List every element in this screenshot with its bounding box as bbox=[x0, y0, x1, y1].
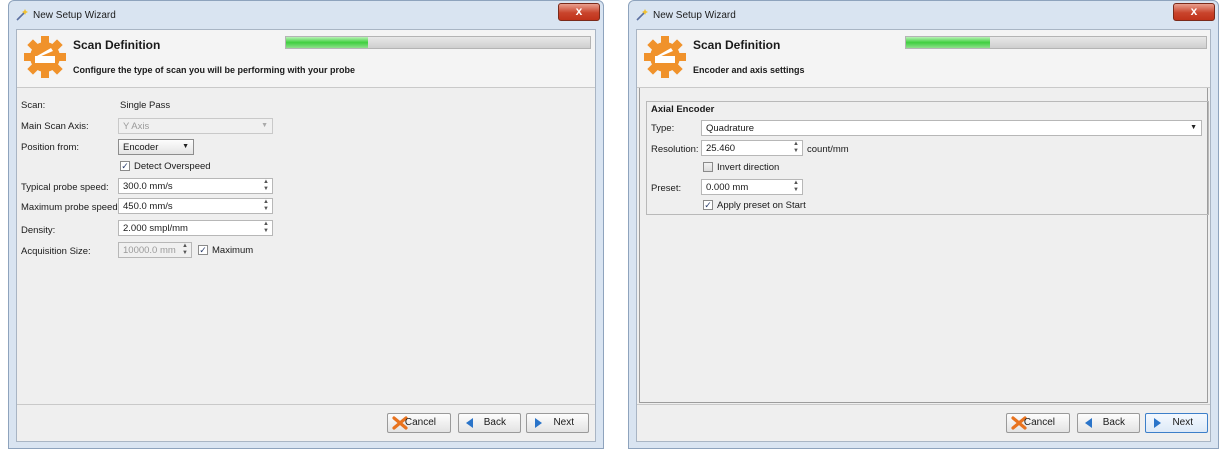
scan-value: Single Pass bbox=[120, 100, 171, 111]
resolution-input[interactable]: 25.460 ▲ ▼ bbox=[701, 140, 803, 156]
spin-arrows-icon[interactable]: ▲ ▼ bbox=[263, 199, 269, 213]
acquisition-size-label: Acquisition Size: bbox=[21, 246, 91, 257]
wizard-progress-bar bbox=[905, 36, 1207, 49]
spin-arrows-icon[interactable]: ▲ ▼ bbox=[793, 141, 799, 155]
wizard-footer: Cancel Back Next bbox=[637, 404, 1210, 441]
main-scan-axis-select[interactable]: Y Axis ▼ bbox=[118, 118, 273, 134]
wizard-client: Scan Definition Encoder and axis setting… bbox=[636, 29, 1211, 442]
back-button[interactable]: Back bbox=[1077, 413, 1140, 433]
chevron-down-icon: ▼ bbox=[1190, 124, 1197, 131]
close-button[interactable]: x bbox=[558, 3, 600, 21]
detect-overspeed-label: Detect Overspeed bbox=[134, 161, 211, 172]
left-wizard-window: New Setup Wizard x Scan Definition Confi… bbox=[8, 0, 604, 449]
chevron-down-icon: ▼ bbox=[182, 143, 189, 150]
maximum-label: Maximum bbox=[212, 245, 254, 256]
acquisition-size-input[interactable]: 10000.0 mm ▲ ▼ bbox=[118, 242, 192, 258]
back-button[interactable]: Back bbox=[458, 413, 521, 433]
title-bar[interactable]: New Setup Wizard x bbox=[629, 1, 1218, 29]
wand-icon bbox=[636, 9, 648, 21]
encoder-type-select[interactable]: Quadrature ▼ bbox=[701, 120, 1202, 136]
wizard-client: Scan Definition Configure the type of sc… bbox=[16, 29, 596, 442]
resolution-value: 25.460 bbox=[706, 143, 736, 154]
arrow-right-icon bbox=[1154, 418, 1161, 428]
arrow-left-icon bbox=[466, 418, 473, 428]
arrow-right-icon bbox=[535, 418, 542, 428]
max-probe-speed-input[interactable]: 450.0 mm/s ▲ ▼ bbox=[118, 198, 273, 214]
close-button[interactable]: x bbox=[1173, 3, 1215, 21]
encoder-type-value: Quadrature bbox=[706, 123, 755, 134]
arrow-left-icon bbox=[1085, 418, 1092, 428]
spin-arrows-icon[interactable]: ▲ ▼ bbox=[263, 179, 269, 193]
page-subtitle: Configure the type of scan you will be p… bbox=[73, 65, 356, 75]
position-from-value: Encoder bbox=[123, 142, 159, 153]
right-wizard-window: New Setup Wizard x Scan Definition Encod… bbox=[628, 0, 1219, 449]
typical-probe-speed-value: 300.0 mm/s bbox=[123, 181, 173, 192]
scan-label: Scan: bbox=[21, 100, 46, 111]
preset-value: 0.000 mm bbox=[706, 182, 749, 193]
invert-direction-checkbox[interactable] bbox=[703, 162, 713, 172]
title-bar[interactable]: New Setup Wizard x bbox=[9, 1, 603, 29]
type-label: Type: bbox=[651, 123, 675, 134]
spin-arrows-icon[interactable]: ▲ ▼ bbox=[793, 180, 799, 194]
density-value: 2.000 smpl/mm bbox=[123, 223, 188, 234]
wizard-header: Scan Definition Configure the type of sc… bbox=[17, 30, 595, 88]
max-probe-speed-label: Maximum probe speed: bbox=[21, 202, 121, 213]
spin-arrows-icon[interactable]: ▲ ▼ bbox=[182, 243, 188, 257]
progress-fill bbox=[286, 37, 369, 48]
next-button[interactable]: Next bbox=[1145, 413, 1208, 433]
wizard-footer: Cancel Back Next bbox=[17, 404, 595, 441]
acquisition-size-value: 10000.0 mm bbox=[123, 245, 176, 256]
position-from-select[interactable]: Encoder ▼ bbox=[118, 139, 194, 155]
progress-fill bbox=[906, 37, 990, 48]
page-title: Scan Definition bbox=[693, 38, 781, 52]
wizard-progress-bar bbox=[285, 36, 591, 49]
chevron-down-icon: ▼ bbox=[261, 122, 268, 129]
cancel-button[interactable]: Cancel bbox=[387, 413, 451, 433]
density-label: Density: bbox=[21, 225, 56, 236]
wizard-header: Scan Definition Encoder and axis setting… bbox=[637, 30, 1210, 88]
gear-icon bbox=[644, 36, 686, 78]
preset-input[interactable]: 0.000 mm ▲ ▼ bbox=[701, 179, 803, 195]
invert-direction-label: Invert direction bbox=[717, 162, 780, 173]
window-title: New Setup Wizard bbox=[653, 10, 736, 21]
spin-arrows-icon[interactable]: ▲ ▼ bbox=[263, 221, 269, 235]
maximum-checkbox[interactable]: ✓ bbox=[198, 245, 208, 255]
resolution-unit: count/mm bbox=[807, 144, 849, 155]
group-title: Axial Encoder bbox=[651, 104, 715, 115]
apply-preset-label: Apply preset on Start bbox=[717, 200, 806, 211]
typical-probe-speed-input[interactable]: 300.0 mm/s ▲ ▼ bbox=[118, 178, 273, 194]
position-from-label: Position from: bbox=[21, 142, 80, 153]
preset-label: Preset: bbox=[651, 183, 682, 194]
page-subtitle: Encoder and axis settings bbox=[693, 65, 805, 75]
typical-probe-speed-label: Typical probe speed: bbox=[21, 182, 109, 193]
cancel-button[interactable]: Cancel bbox=[1006, 413, 1070, 433]
page-title: Scan Definition bbox=[73, 38, 161, 52]
gear-icon bbox=[24, 36, 66, 78]
axial-encoder-group: Axial Encoder Type: Quadrature ▼ Resolut… bbox=[646, 101, 1209, 215]
wand-icon bbox=[16, 9, 28, 21]
main-scan-axis-value: Y Axis bbox=[123, 121, 150, 132]
close-icon: x bbox=[575, 4, 583, 18]
close-icon: x bbox=[1190, 4, 1198, 18]
max-probe-speed-value: 450.0 mm/s bbox=[123, 201, 173, 212]
density-input[interactable]: 2.000 smpl/mm ▲ ▼ bbox=[118, 220, 273, 236]
main-scan-axis-label: Main Scan Axis: bbox=[21, 121, 89, 132]
window-title: New Setup Wizard bbox=[33, 10, 116, 21]
resolution-label: Resolution: bbox=[651, 144, 699, 155]
apply-preset-checkbox[interactable]: ✓ bbox=[703, 200, 713, 210]
detect-overspeed-checkbox[interactable]: ✓ bbox=[120, 161, 130, 171]
next-button[interactable]: Next bbox=[526, 413, 589, 433]
content-panel: Axial Encoder Type: Quadrature ▼ Resolut… bbox=[639, 88, 1209, 403]
